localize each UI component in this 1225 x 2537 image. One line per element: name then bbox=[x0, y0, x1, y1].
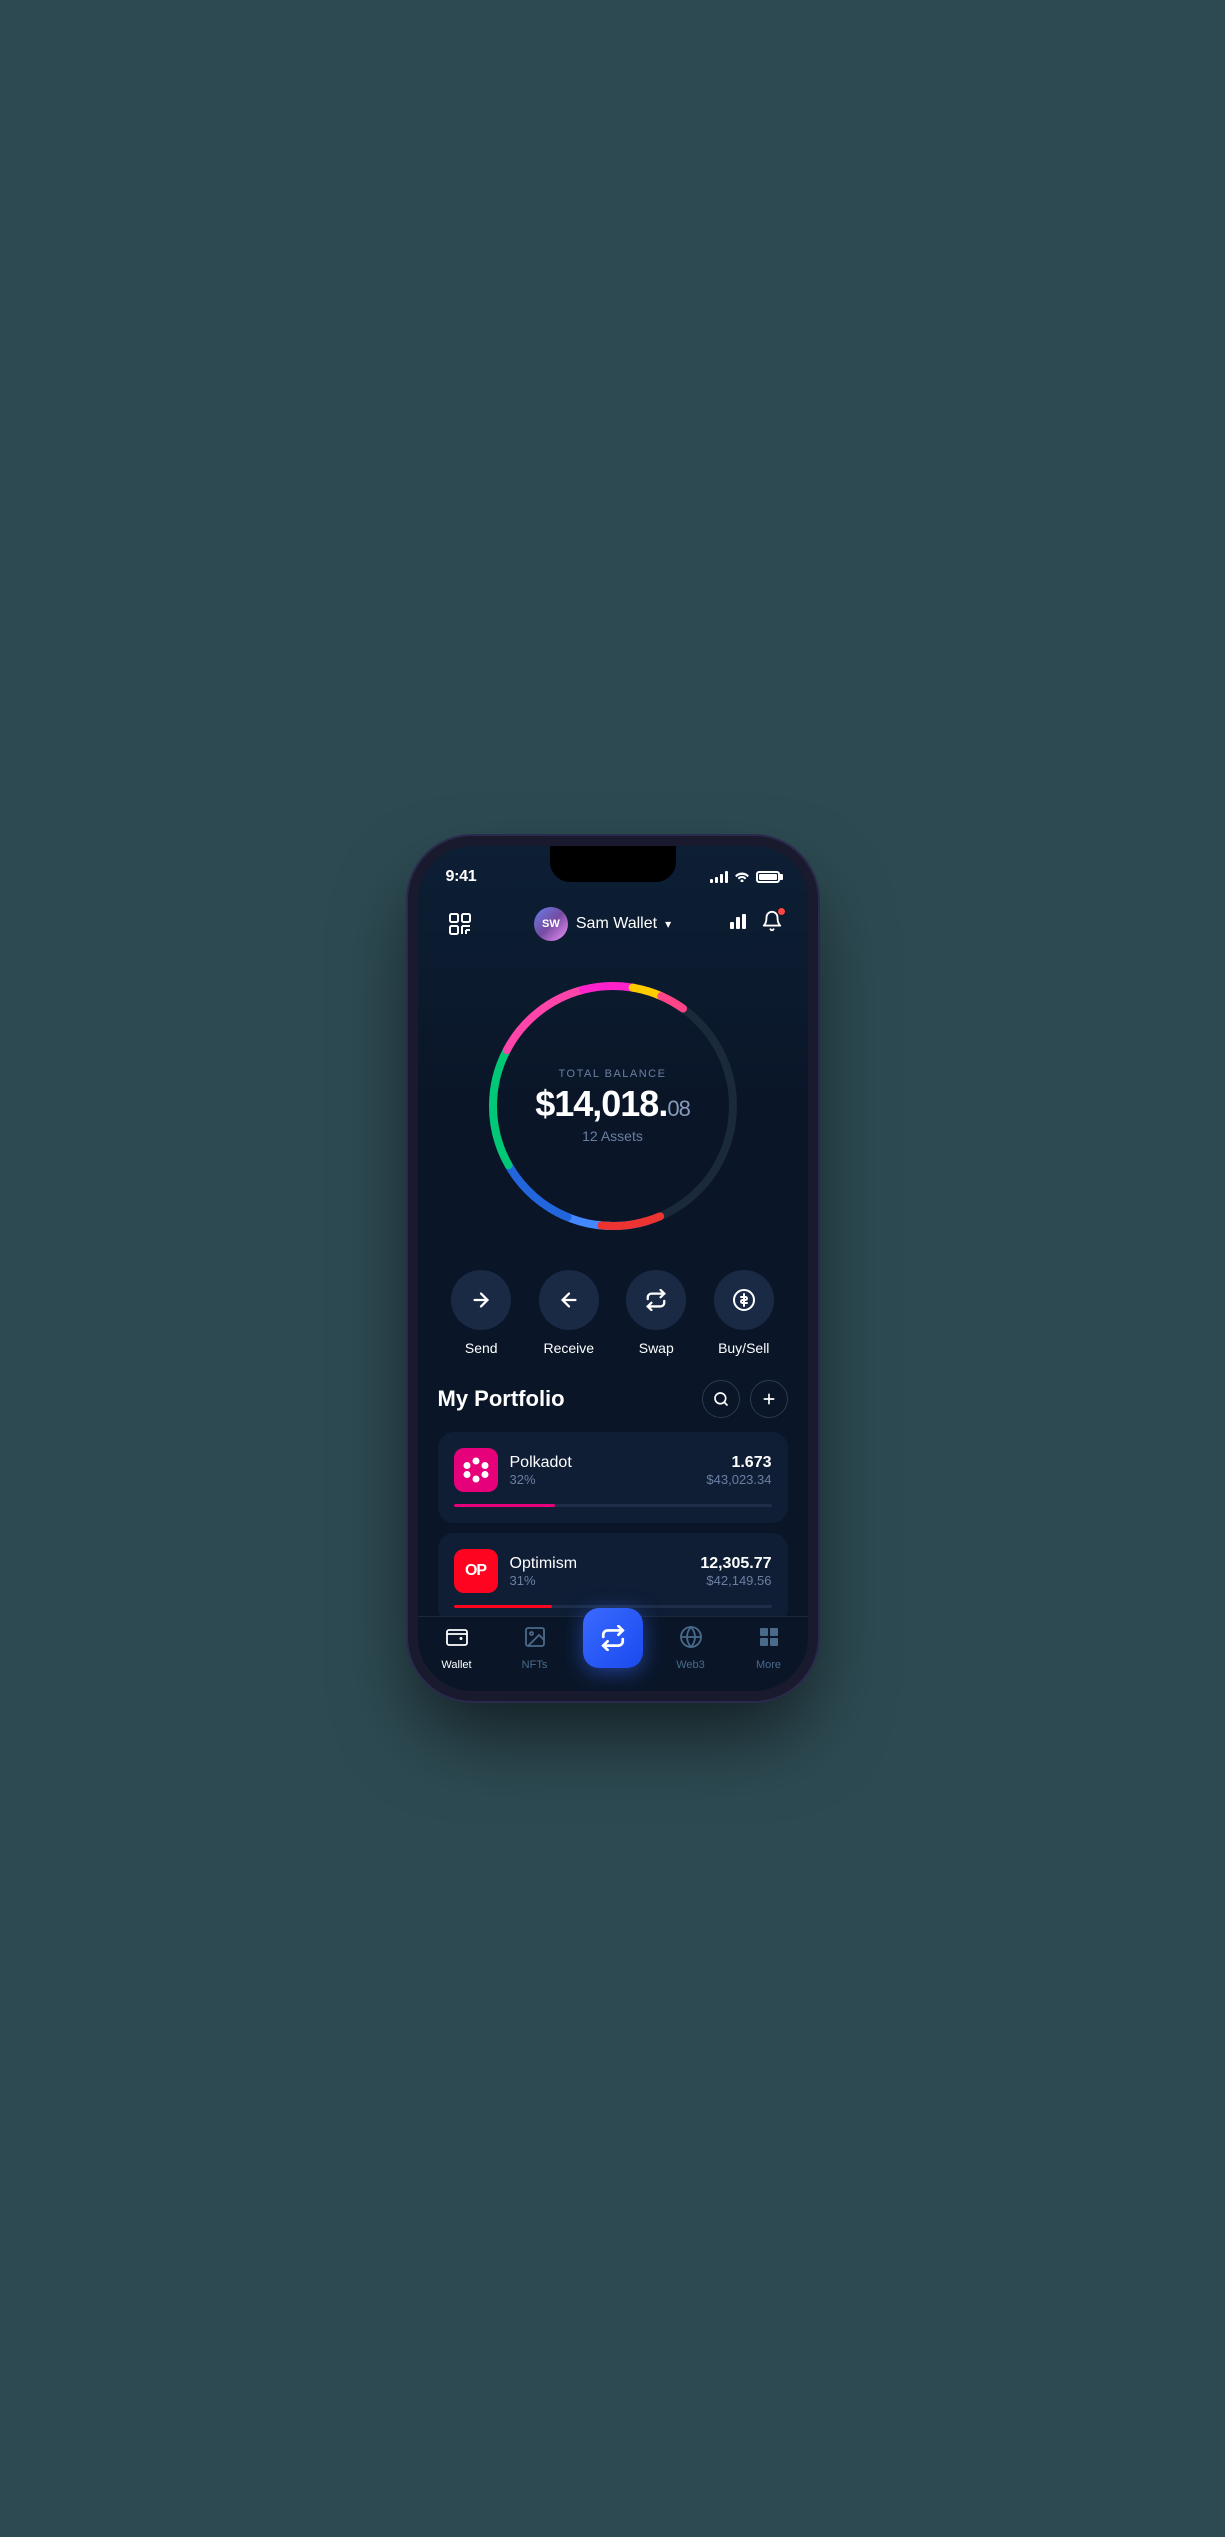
nav-wallet[interactable]: Wallet bbox=[427, 1625, 487, 1671]
polkadot-progress-bar bbox=[454, 1504, 772, 1507]
action-buttons: Send Receive bbox=[418, 1246, 808, 1372]
nfts-nav-icon bbox=[523, 1625, 547, 1655]
header-actions bbox=[727, 910, 783, 938]
send-label: Send bbox=[465, 1340, 498, 1356]
polkadot-percent: 32% bbox=[510, 1472, 572, 1487]
optimism-logo: OP bbox=[454, 1549, 498, 1593]
notch bbox=[550, 846, 676, 882]
web3-nav-label: Web3 bbox=[676, 1659, 705, 1671]
nav-more[interactable]: More bbox=[739, 1625, 799, 1671]
optimism-amount: 12,305.77 bbox=[700, 1555, 771, 1573]
balance-info: TOTAL BALANCE $14,018.08 12 Assets bbox=[513, 1068, 713, 1144]
portfolio-title: My Portfolio bbox=[438, 1386, 565, 1412]
wallet-name: Sam Wallet bbox=[576, 915, 657, 933]
polkadot-progress-fill bbox=[454, 1504, 556, 1507]
polkadot-amount: 1.673 bbox=[706, 1454, 771, 1472]
polkadot-usd: $43,023.34 bbox=[706, 1472, 771, 1487]
polkadot-card[interactable]: Polkadot 32% 1.673 $43,023.34 bbox=[438, 1432, 788, 1523]
nav-nfts[interactable]: NFTs bbox=[505, 1625, 565, 1671]
app-header: SW Sam Wallet ▾ bbox=[418, 898, 808, 950]
optimism-usd: $42,149.56 bbox=[700, 1573, 771, 1588]
portfolio-header: My Portfolio bbox=[438, 1380, 788, 1418]
status-time: 9:41 bbox=[446, 868, 477, 886]
status-icons bbox=[710, 870, 780, 885]
nav-web3[interactable]: Web3 bbox=[661, 1625, 721, 1671]
more-nav-label: More bbox=[756, 1659, 781, 1671]
portfolio-section: My Portfolio bbox=[418, 1372, 808, 1624]
wallet-selector[interactable]: SW Sam Wallet ▾ bbox=[534, 907, 671, 941]
receive-label: Receive bbox=[543, 1340, 594, 1356]
nfts-nav-label: NFTs bbox=[522, 1659, 548, 1671]
optimism-row: OP Optimism 31% 12,305.77 $42,149.56 bbox=[454, 1549, 772, 1593]
swap-button[interactable]: Swap bbox=[626, 1270, 686, 1356]
battery-icon bbox=[756, 871, 780, 883]
chevron-down-icon: ▾ bbox=[665, 917, 671, 931]
receive-button[interactable]: Receive bbox=[539, 1270, 599, 1356]
search-button[interactable] bbox=[702, 1380, 740, 1418]
optimism-percent: 31% bbox=[510, 1573, 578, 1588]
scan-icon[interactable] bbox=[442, 906, 478, 942]
chart-icon[interactable] bbox=[727, 910, 749, 938]
avatar: SW bbox=[534, 907, 568, 941]
web3-nav-icon bbox=[679, 1625, 703, 1655]
buysell-button[interactable]: Buy/Sell bbox=[714, 1270, 774, 1356]
notification-dot bbox=[777, 907, 786, 916]
balance-circle: TOTAL BALANCE $14,018.08 12 Assets bbox=[473, 966, 753, 1246]
wallet-nav-icon bbox=[445, 1625, 469, 1655]
signal-bars-icon bbox=[710, 871, 728, 883]
nav-center[interactable] bbox=[583, 1628, 643, 1668]
polkadot-name: Polkadot bbox=[510, 1454, 572, 1472]
bottom-nav: Wallet NFTs bbox=[418, 1616, 808, 1691]
wifi-icon bbox=[734, 870, 750, 885]
balance-section: TOTAL BALANCE $14,018.08 12 Assets bbox=[418, 950, 808, 1246]
optimism-progress-fill bbox=[454, 1605, 553, 1608]
polkadot-row: Polkadot 32% 1.673 $43,023.34 bbox=[454, 1448, 772, 1492]
assets-count: 12 Assets bbox=[513, 1128, 713, 1144]
screen: 9:41 bbox=[418, 846, 808, 1691]
swap-center-button[interactable] bbox=[583, 1608, 643, 1668]
balance-amount: $14,018.08 bbox=[513, 1084, 713, 1124]
buysell-label: Buy/Sell bbox=[718, 1340, 769, 1356]
bell-icon[interactable] bbox=[761, 910, 783, 938]
more-nav-icon bbox=[757, 1625, 781, 1655]
polkadot-logo bbox=[454, 1448, 498, 1492]
phone-frame: 9:41 bbox=[418, 846, 808, 1691]
balance-label: TOTAL BALANCE bbox=[513, 1068, 713, 1080]
wallet-nav-label: Wallet bbox=[441, 1659, 471, 1671]
add-asset-button[interactable] bbox=[750, 1380, 788, 1418]
send-button[interactable]: Send bbox=[451, 1270, 511, 1356]
swap-label: Swap bbox=[639, 1340, 674, 1356]
optimism-name: Optimism bbox=[510, 1555, 578, 1573]
portfolio-actions bbox=[702, 1380, 788, 1418]
